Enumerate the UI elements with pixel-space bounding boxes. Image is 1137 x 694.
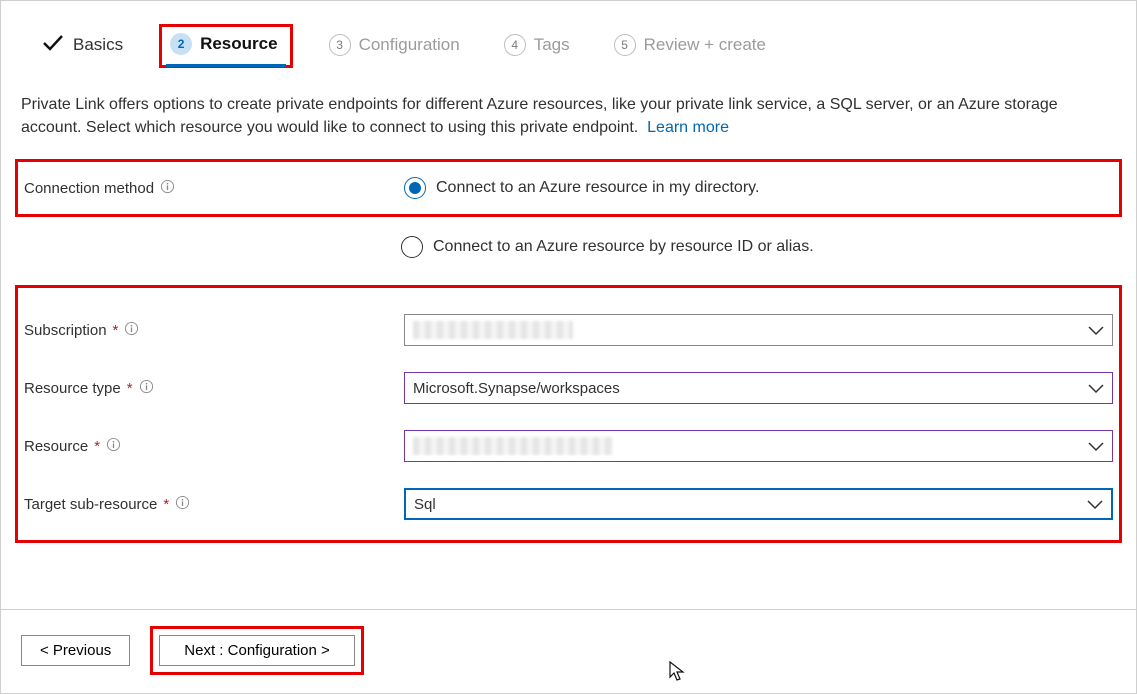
label-text: Connection method bbox=[24, 180, 154, 197]
chevron-down-icon bbox=[1086, 381, 1106, 395]
highlight-next-button: Next : Configuration > bbox=[150, 626, 364, 675]
radio-connect-resource-id[interactable]: Connect to an Azure resource by resource… bbox=[401, 236, 814, 258]
required-asterisk: * bbox=[94, 438, 100, 455]
tab-label: Resource bbox=[200, 34, 277, 54]
tab-label: Configuration bbox=[359, 35, 460, 55]
info-icon[interactable] bbox=[106, 437, 121, 456]
chevron-down-icon bbox=[1086, 323, 1106, 337]
highlight-connection-method: Connection method Connect to an Azure re… bbox=[15, 159, 1122, 217]
tab-resource[interactable]: 2 Resource bbox=[159, 24, 292, 68]
resource-type-dropdown[interactable]: Microsoft.Synapse/workspaces bbox=[404, 372, 1113, 404]
subscription-dropdown[interactable] bbox=[404, 314, 1113, 346]
radio-icon bbox=[404, 177, 426, 199]
label-text: Resource bbox=[24, 438, 88, 455]
private-endpoint-wizard: Basics 2 Resource 3 Configuration 4 Tags… bbox=[0, 0, 1137, 694]
tab-label: Tags bbox=[534, 35, 570, 55]
subscription-label: Subscription * bbox=[24, 321, 404, 340]
radio-connect-directory[interactable]: Connect to an Azure resource in my direc… bbox=[404, 177, 759, 199]
dropdown-value: Sql bbox=[414, 496, 436, 513]
label-text: Target sub-resource bbox=[24, 496, 157, 513]
checkmark-icon bbox=[41, 31, 65, 59]
learn-more-link[interactable]: Learn more bbox=[647, 119, 729, 136]
previous-button[interactable]: < Previous bbox=[21, 635, 130, 666]
info-icon[interactable] bbox=[160, 179, 175, 198]
info-icon[interactable] bbox=[139, 379, 154, 398]
info-icon[interactable] bbox=[124, 321, 139, 340]
dropdown-value: Microsoft.Synapse/workspaces bbox=[413, 380, 620, 397]
tab-step-number: 3 bbox=[329, 34, 351, 56]
wizard-content: Basics 2 Resource 3 Configuration 4 Tags… bbox=[1, 1, 1136, 543]
next-configuration-button[interactable]: Next : Configuration > bbox=[159, 635, 355, 666]
tab-label: Basics bbox=[73, 35, 123, 55]
tab-configuration[interactable]: 3 Configuration bbox=[321, 24, 468, 68]
resource-label: Resource * bbox=[24, 437, 404, 456]
tab-step-number: 2 bbox=[170, 33, 192, 55]
tab-step-number: 4 bbox=[504, 34, 526, 56]
connection-method-label: Connection method bbox=[24, 179, 404, 198]
label-text: Subscription bbox=[24, 322, 107, 339]
tab-review-create[interactable]: 5 Review + create bbox=[606, 24, 774, 68]
radio-label: Connect to an Azure resource in my direc… bbox=[436, 179, 759, 197]
wizard-footer: < Previous Next : Configuration > bbox=[1, 609, 1136, 693]
radio-label: Connect to an Azure resource by resource… bbox=[433, 238, 814, 256]
chevron-down-icon bbox=[1086, 439, 1106, 453]
cursor-icon bbox=[669, 661, 685, 683]
required-asterisk: * bbox=[113, 322, 119, 339]
resource-description: Private Link offers options to create pr… bbox=[21, 93, 1116, 139]
required-asterisk: * bbox=[127, 380, 133, 397]
radio-icon bbox=[401, 236, 423, 258]
description-text: Private Link offers options to create pr… bbox=[21, 96, 1058, 136]
label-text: Resource type bbox=[24, 380, 121, 397]
required-asterisk: * bbox=[163, 496, 169, 513]
resource-type-label: Resource type * bbox=[24, 379, 404, 398]
resource-dropdown[interactable] bbox=[404, 430, 1113, 462]
chevron-down-icon bbox=[1085, 497, 1105, 511]
highlight-resource-fields: Subscription * Res bbox=[15, 285, 1122, 543]
tab-tags[interactable]: 4 Tags bbox=[496, 24, 578, 68]
target-sub-resource-label: Target sub-resource * bbox=[24, 495, 404, 514]
redacted-value bbox=[413, 437, 613, 455]
wizard-tabs: Basics 2 Resource 3 Configuration 4 Tags… bbox=[21, 21, 1116, 75]
tab-step-number: 5 bbox=[614, 34, 636, 56]
redacted-value bbox=[413, 321, 573, 339]
target-sub-resource-dropdown[interactable]: Sql bbox=[404, 488, 1113, 520]
tab-basics[interactable]: Basics bbox=[33, 21, 131, 71]
tab-label: Review + create bbox=[644, 35, 766, 55]
info-icon[interactable] bbox=[175, 495, 190, 514]
